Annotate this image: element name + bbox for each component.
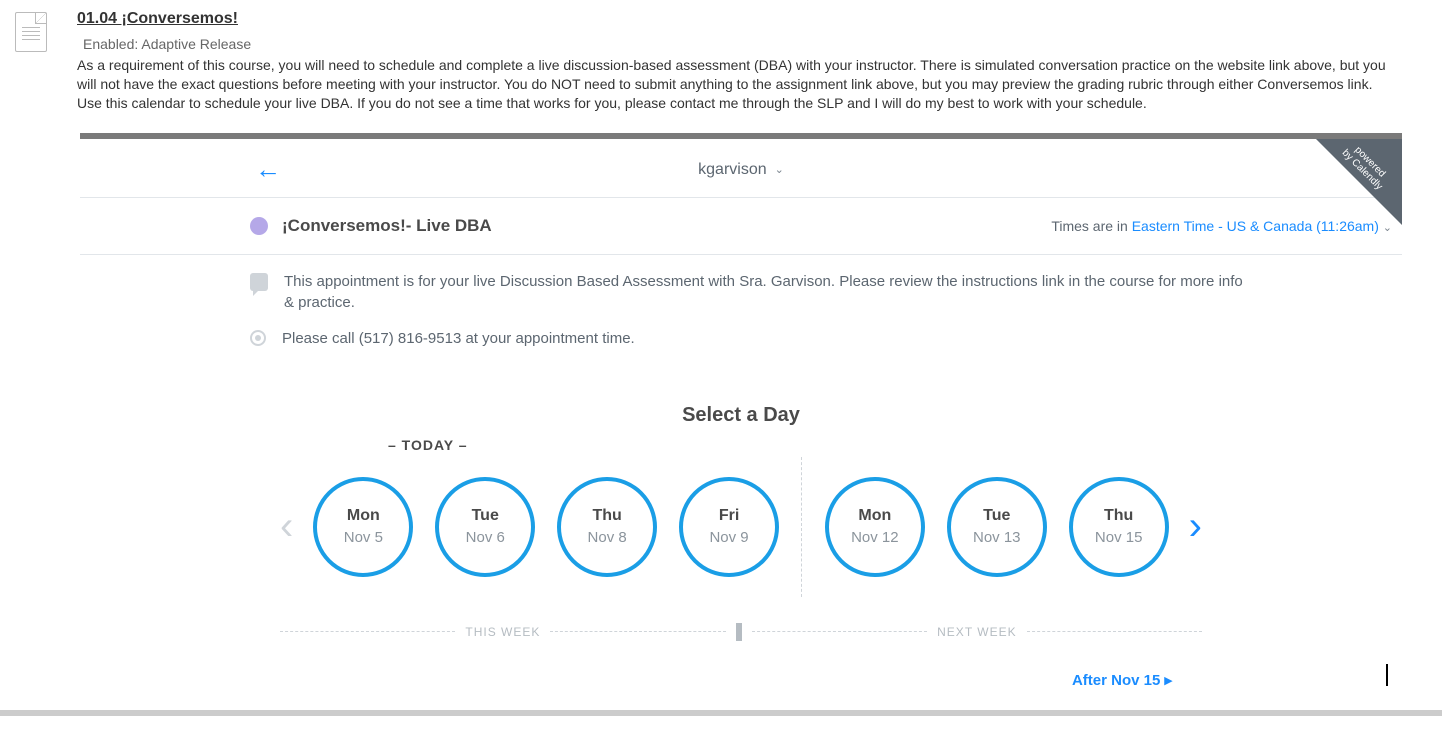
day-weekday: Thu [592,507,621,525]
day-weekday: Tue [983,507,1010,525]
event-title: ¡Conversemos!- Live DBA [282,216,492,236]
next-days-button[interactable]: › [1169,504,1222,549]
next-week-label: NEXT WEEK [927,625,1026,639]
day-option[interactable]: Mon Nov 12 [825,477,925,577]
day-option[interactable]: Thu Nov 8 [557,477,657,577]
speech-bubble-icon [250,273,268,291]
event-color-dot [250,217,268,235]
back-arrow-button[interactable]: ← [255,154,281,185]
host-name: kgarvison [698,161,766,179]
week-separator [801,457,803,597]
host-dropdown[interactable]: kgarvison ⌄ [698,161,784,179]
assignment-subtitle: Enabled: Adaptive Release [83,36,1402,52]
day-option[interactable]: Thu Nov 15 [1069,477,1169,577]
assignment-description-1: As a requirement of this course, you wil… [77,56,1402,94]
day-date: Nov 15 [1095,529,1143,546]
day-weekday: Tue [472,507,499,525]
bottom-divider [0,710,1442,716]
day-date: Nov 12 [851,529,899,546]
this-week-label: THIS WEEK [455,625,550,639]
day-weekday: Fri [719,507,739,525]
after-date-link[interactable]: After Nov 15 ▸ [1072,672,1172,689]
day-option[interactable]: Tue Nov 6 [435,477,535,577]
day-date: Nov 5 [344,529,383,546]
event-description: This appointment is for your live Discus… [284,271,1244,315]
day-date: Nov 9 [709,529,748,546]
day-weekday: Thu [1104,507,1133,525]
calendly-widget: poweredby Calendly ← kgarvison ⌄ ¡Conver… [80,139,1402,710]
assignment-title[interactable]: 01.04 ¡Conversemos! [77,10,1402,28]
chevron-down-icon: ⌄ [775,163,784,176]
day-list: Mon Nov 5 Tue Nov 6 Thu Nov 8 Fri Nov 9 [313,457,1168,597]
day-option[interactable]: Mon Nov 5 [313,477,413,577]
day-option[interactable]: Tue Nov 13 [947,477,1047,577]
today-label: – TODAY – [388,437,1402,453]
day-date: Nov 8 [588,529,627,546]
day-weekday: Mon [347,507,380,525]
location-icon [250,330,266,346]
text-cursor [1386,664,1388,686]
assignment-description-2: Use this calendar to schedule your live … [77,94,1402,113]
day-date: Nov 6 [466,529,505,546]
event-location: Please call (517) 816-9513 at your appoi… [282,328,635,350]
document-icon [15,12,47,52]
day-option[interactable]: Fri Nov 9 [679,477,779,577]
day-weekday: Mon [858,507,891,525]
day-date: Nov 13 [973,529,1021,546]
select-day-heading: Select a Day [80,404,1402,427]
week-midpoint [736,623,742,641]
prev-days-button[interactable]: ‹ [260,504,313,549]
